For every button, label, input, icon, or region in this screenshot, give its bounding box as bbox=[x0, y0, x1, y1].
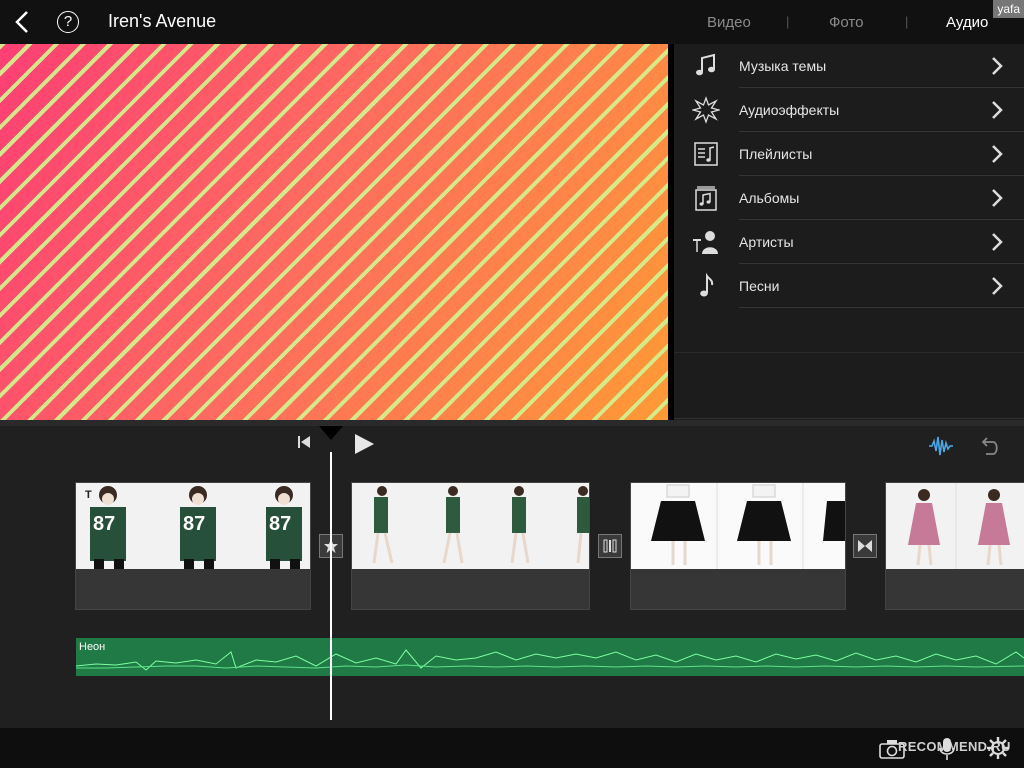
chevron-right-icon bbox=[992, 277, 1003, 295]
burst-icon bbox=[692, 96, 720, 124]
tab-audio[interactable]: Аудио bbox=[946, 14, 988, 31]
help-button[interactable]: ? bbox=[57, 11, 79, 33]
audio-track[interactable] bbox=[76, 638, 1024, 676]
bottom-toolbar bbox=[0, 728, 1024, 768]
divider bbox=[739, 307, 1024, 308]
video-clip[interactable] bbox=[885, 482, 1024, 610]
playhead-marker[interactable] bbox=[319, 426, 343, 440]
chevron-right-icon bbox=[992, 145, 1003, 163]
menu-item-artists[interactable]: Артисты bbox=[674, 220, 1024, 264]
menu-item-playlists[interactable]: Плейлисты bbox=[674, 132, 1024, 176]
menu-item-label: Аудиоэффекты bbox=[739, 102, 840, 118]
clip-thumbnail bbox=[631, 483, 845, 569]
clip-thumbnail bbox=[886, 483, 1024, 569]
clip-thumbnail: 87 87 87 bbox=[76, 483, 310, 569]
clip-frames bbox=[908, 483, 1010, 569]
chevron-right-icon bbox=[992, 101, 1003, 119]
menu-item-albums[interactable]: Альбомы bbox=[674, 176, 1024, 220]
clip-frames bbox=[372, 486, 589, 564]
menu-item-songs[interactable]: Песни bbox=[674, 264, 1024, 308]
video-clip[interactable] bbox=[351, 482, 590, 610]
bowtie-transition-icon bbox=[858, 540, 872, 552]
clip-frames: 87 87 87 bbox=[90, 486, 302, 569]
album-icon bbox=[695, 186, 717, 211]
playhead[interactable] bbox=[330, 452, 332, 720]
dissolve-transition-icon bbox=[603, 539, 617, 553]
timeline-header bbox=[0, 420, 1024, 426]
music-note-icon bbox=[696, 53, 715, 76]
menu-item-label: Музыка темы bbox=[739, 58, 827, 74]
chevron-right-icon bbox=[992, 233, 1003, 251]
transition-bowtie[interactable] bbox=[853, 534, 877, 558]
artist-icon bbox=[693, 231, 718, 254]
svg-text:87: 87 bbox=[269, 513, 291, 535]
divider bbox=[674, 418, 1024, 419]
project-title: Iren's Avenue bbox=[108, 11, 217, 31]
playlist-icon bbox=[694, 142, 718, 166]
tab-photo[interactable]: Фото bbox=[829, 14, 863, 31]
back-icon[interactable] bbox=[10, 9, 36, 35]
menu-item-sound-effects[interactable]: Аудиоэффекты bbox=[674, 88, 1024, 132]
divider bbox=[674, 352, 1024, 353]
audio-waveform bbox=[76, 649, 1024, 671]
video-clip[interactable] bbox=[630, 482, 846, 610]
audio-browser-panel: Музыка темы Аудиоэффекты Плейлисты Альбо… bbox=[674, 44, 1024, 420]
microphone-icon[interactable] bbox=[938, 736, 956, 762]
menu-item-label: Альбомы bbox=[739, 190, 800, 206]
video-clip[interactable]: 87 87 87 T bbox=[75, 482, 311, 610]
svg-text:87: 87 bbox=[93, 513, 115, 535]
menu-item-theme-music[interactable]: Музыка темы bbox=[674, 44, 1024, 88]
tab-separator: | bbox=[905, 14, 909, 29]
clip-frames bbox=[651, 483, 845, 569]
transition-dissolve[interactable] bbox=[598, 534, 622, 558]
menu-item-label: Артисты bbox=[739, 234, 794, 250]
play-icon[interactable] bbox=[352, 432, 376, 456]
clip-thumbnail bbox=[352, 483, 589, 569]
undo-icon[interactable] bbox=[976, 434, 1002, 458]
audio-waveform-icon[interactable] bbox=[928, 434, 954, 458]
video-preview[interactable] bbox=[0, 44, 668, 420]
title-indicator-icon: T bbox=[85, 489, 92, 501]
tab-separator: | bbox=[786, 14, 790, 29]
chevron-right-icon bbox=[992, 189, 1003, 207]
menu-item-label: Плейлисты bbox=[739, 146, 813, 162]
audio-track-label: Неон bbox=[79, 641, 106, 653]
song-note-icon bbox=[700, 272, 714, 297]
tab-video[interactable]: Видео bbox=[707, 14, 751, 31]
skip-to-start-icon[interactable] bbox=[296, 434, 312, 450]
chevron-right-icon bbox=[992, 57, 1003, 75]
watermark: yafa bbox=[993, 0, 1024, 18]
gear-icon[interactable] bbox=[986, 736, 1010, 760]
menu-item-label: Песни bbox=[739, 278, 780, 294]
svg-text:87: 87 bbox=[183, 513, 205, 535]
